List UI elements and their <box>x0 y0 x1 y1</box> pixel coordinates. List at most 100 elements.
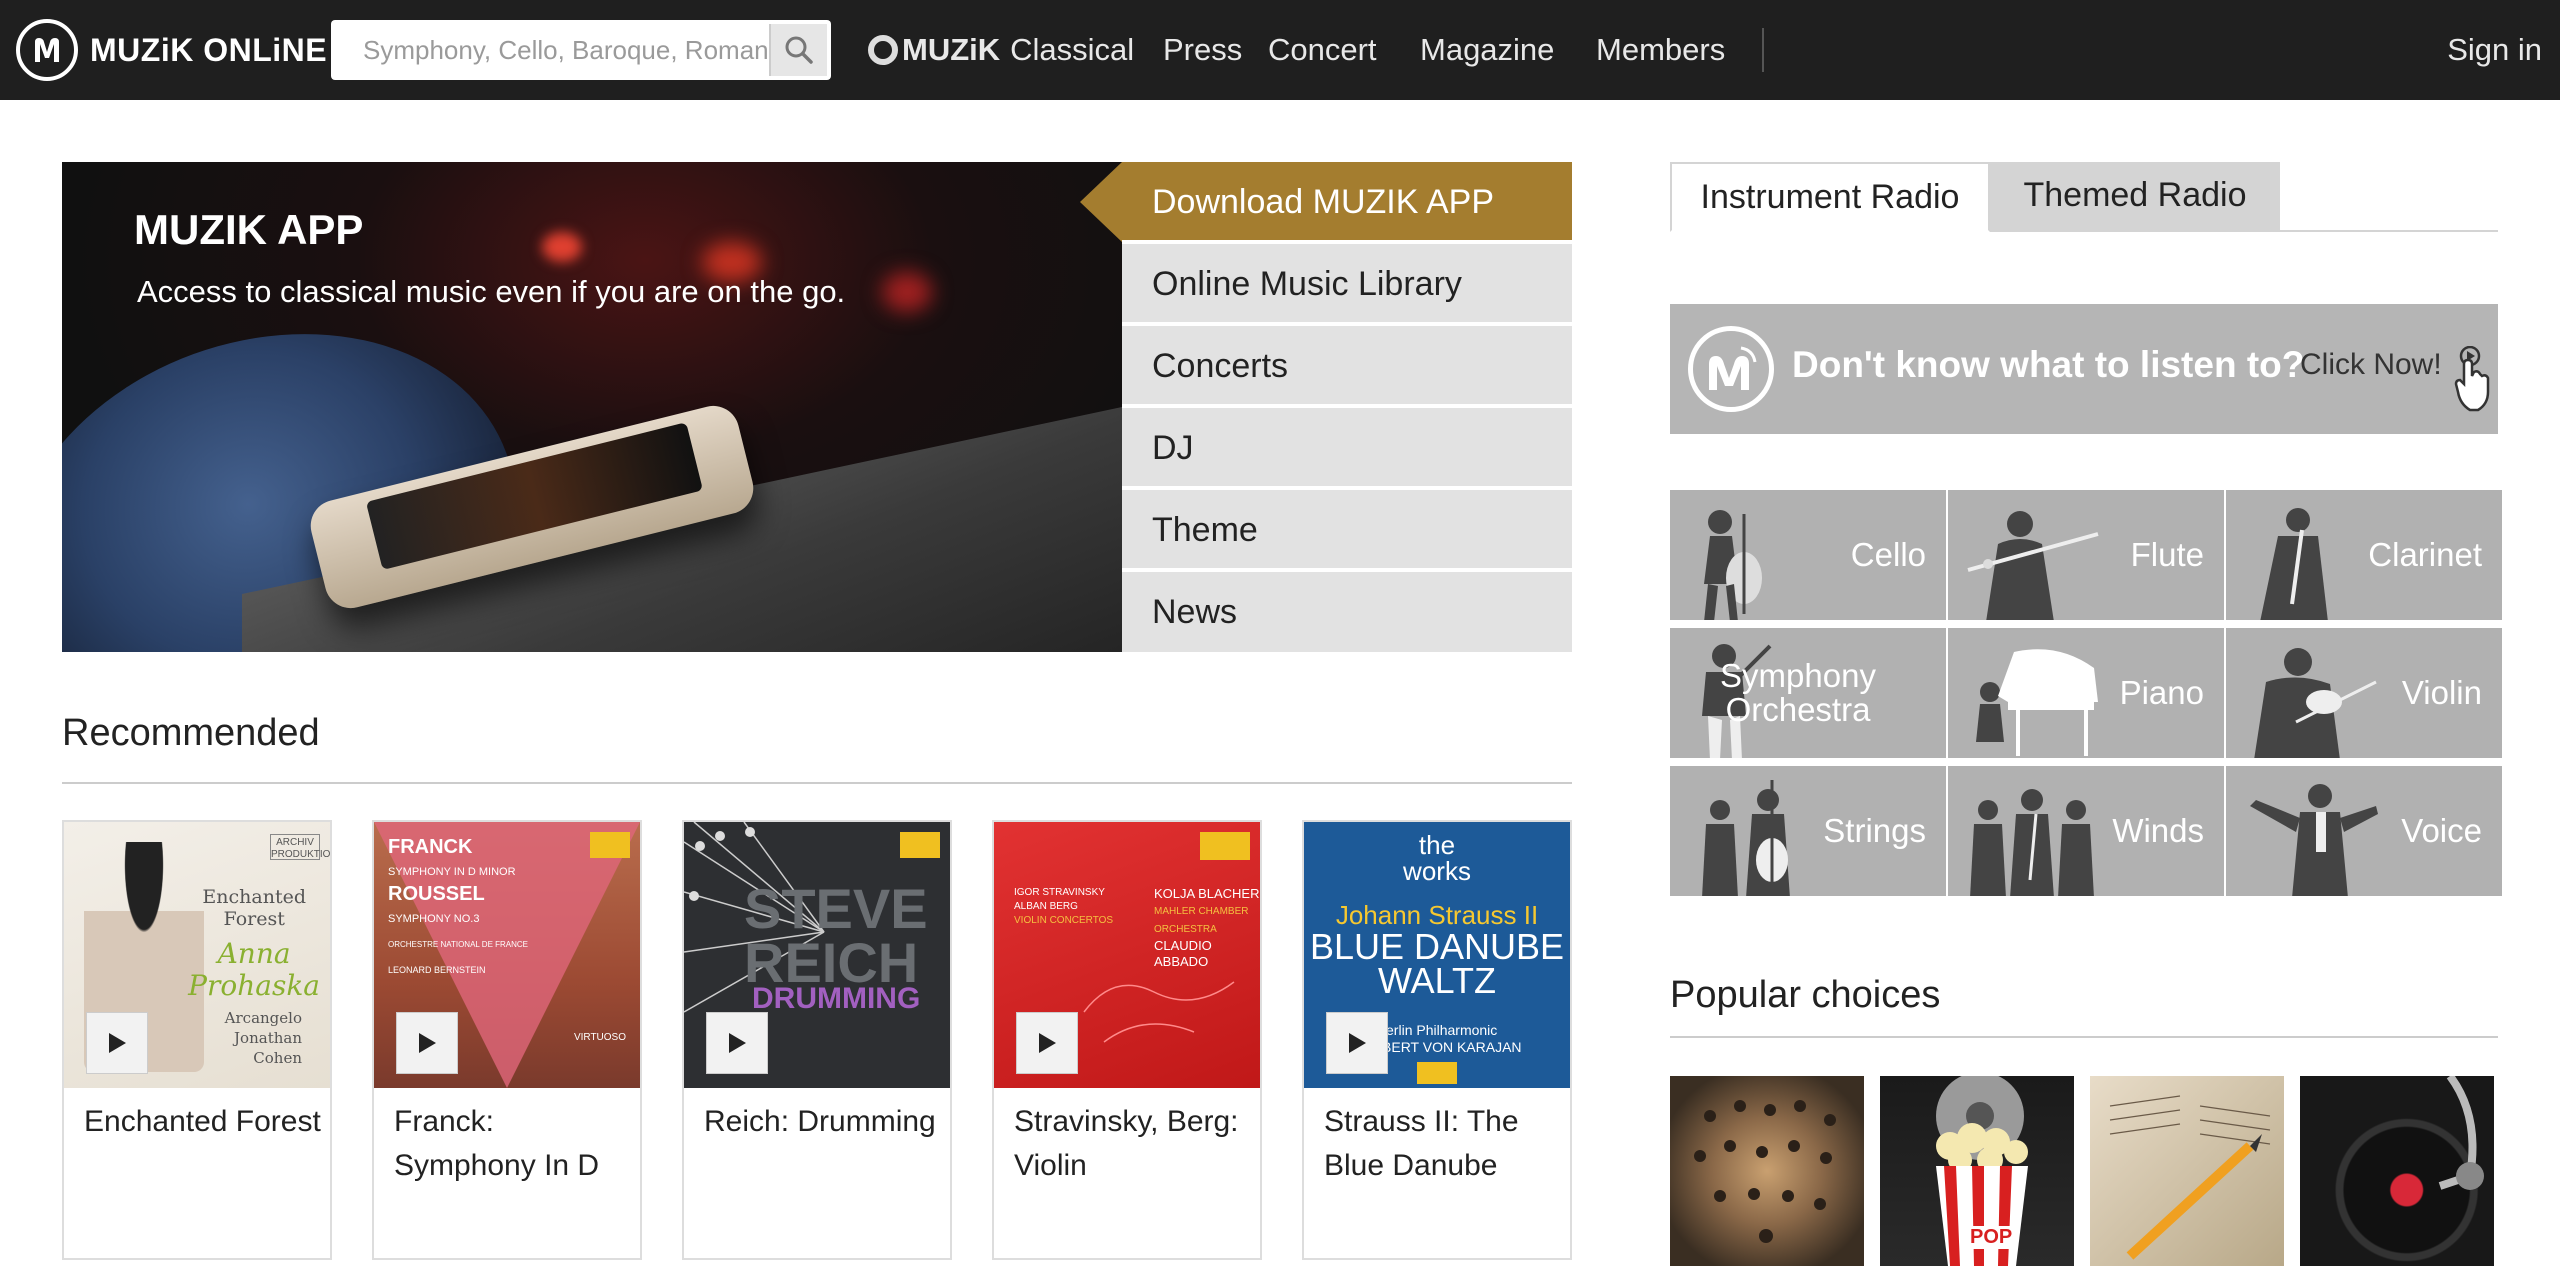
instrument-voice[interactable]: Voice <box>2226 766 2502 896</box>
album-cover[interactable]: the works Johann Strauss II BLUE DANUBE WA… <box>1304 822 1570 1088</box>
hero-banner[interactable]: MUZIK APP Access to classical music even… <box>62 162 1122 652</box>
album-card[interactable]: IGOR STRAVINSKY ALBAN BERG VIOLIN CONCERTO… <box>992 820 1262 1260</box>
instrument-violin[interactable]: Violin <box>2226 628 2502 758</box>
nav-press[interactable]: Press <box>1163 28 1242 72</box>
instrument-piano[interactable]: Piano <box>1948 628 2224 758</box>
album-card[interactable]: FRANCK SYMPHONY IN D MINOR ROUSSEL SYMPH… <box>372 820 642 1260</box>
album-cover[interactable]: STEVE REICH DRUMMING <box>684 822 950 1088</box>
album-card[interactable]: ARCHIV PRODUKTION EnchantedForest AnnaPr… <box>62 820 332 1260</box>
album-title[interactable]: Reich: Drumming <box>704 1100 944 1144</box>
piano-icon <box>1976 649 2098 756</box>
menu-label: DJ <box>1152 429 1194 467</box>
tab-themed-radio[interactable]: Themed Radio <box>1990 162 2280 232</box>
instrument-winds[interactable]: Winds <box>1948 766 2224 896</box>
popular-choices-heading: Popular choices <box>1670 974 1941 1016</box>
menu-online-music-library[interactable]: Online Music Library <box>1122 244 1572 324</box>
nav-brand-rest: Classical <box>1010 32 1135 67</box>
play-button[interactable] <box>396 1012 458 1074</box>
popular-vinyl-record-thumb[interactable] <box>2300 1076 2494 1266</box>
winds-icon <box>1970 789 2094 896</box>
instrument-symphony-orchestra[interactable]: Symphony Orchestra <box>1670 628 1946 758</box>
play-button[interactable] <box>706 1012 768 1074</box>
popular-book-thumb[interactable] <box>2090 1076 2284 1266</box>
sign-in-link[interactable]: Sign in <box>2447 28 2542 72</box>
play-button[interactable] <box>1016 1012 1078 1074</box>
instrument-label: Symphony Orchestra <box>1720 657 1876 728</box>
album-title[interactable]: Enchanted Forest <box>84 1100 324 1144</box>
cover-text: MAHLER CHAMBER ORCHESTRA <box>1154 906 1249 935</box>
cover-text: IGOR STRAVINSKY <box>1014 887 1105 898</box>
cover-text: ALBAN BERG <box>1014 901 1078 912</box>
album-card[interactable]: STEVE REICH DRUMMING Reich: Drumming <box>682 820 952 1260</box>
menu-label: Online Music Library <box>1152 265 1462 303</box>
tab-instrument-radio[interactable]: Instrument Radio <box>1670 162 1990 232</box>
search-icon <box>785 36 813 64</box>
popular-movie-popcorn-thumb[interactable]: POP <box>1880 1076 2074 1266</box>
popcorn-text: POP <box>1966 1226 2017 1249</box>
cover-text: Forest <box>223 908 285 930</box>
instrument-label: Clarinet <box>2368 536 2482 573</box>
menu-download-app[interactable]: Download MUZIK APP <box>1080 162 1572 242</box>
instrument-label: Violin <box>2401 674 2482 711</box>
hero-menu: Download MUZIK APP Online Music Library … <box>1080 162 1572 652</box>
menu-dj[interactable]: DJ <box>1122 408 1572 488</box>
search-input[interactable] <box>331 20 771 80</box>
flute-icon <box>1967 511 2099 620</box>
nav-concert[interactable]: Concert <box>1268 28 1377 72</box>
album-title[interactable]: Franck: Symphony In D <box>394 1100 634 1188</box>
popular-orchestra-thumb[interactable] <box>1670 1076 1864 1266</box>
cover-text: WALTZ <box>1378 960 1496 1001</box>
play-button[interactable] <box>86 1012 148 1074</box>
nav-muzik-classical[interactable]: MUZiK Classical <box>868 28 1134 72</box>
instrument-label: Winds <box>2112 812 2204 849</box>
play-icon <box>1039 1033 1056 1053</box>
menu-label: Concerts <box>1152 347 1289 385</box>
logo-icon <box>16 19 78 81</box>
cover-text: Enchanted <box>202 886 306 908</box>
album-cover[interactable]: IGOR STRAVINSKY ALBAN BERG VIOLIN CONCERTO… <box>994 822 1260 1088</box>
popular-divider <box>1670 1036 2498 1038</box>
album-cover[interactable]: ARCHIV PRODUKTION EnchantedForest AnnaPr… <box>64 822 330 1088</box>
cover-text: Prohaska <box>188 969 320 1002</box>
play-button[interactable] <box>1326 1012 1388 1074</box>
cover-text: FRANCK <box>388 836 473 858</box>
hero-subtitle: Access to classical music even if you ar… <box>137 274 846 309</box>
search-button[interactable] <box>769 24 827 76</box>
instrument-strings[interactable]: Strings <box>1670 766 1946 896</box>
top-navigation-bar: MUZiK ONLiNE MUZiK Classical Press Conce… <box>0 0 2560 100</box>
album-title[interactable]: Stravinsky, Berg: Violin <box>1014 1100 1254 1188</box>
instrument-flute[interactable]: Flute <box>1948 490 2224 620</box>
nav-magazine[interactable]: Magazine <box>1420 28 1554 72</box>
menu-theme[interactable]: Theme <box>1122 490 1572 570</box>
hero-title: MUZIK APP <box>134 206 364 253</box>
instrument-label: Flute <box>2130 536 2204 573</box>
instrument-label: Voice <box>2401 812 2482 849</box>
album-cover[interactable]: FRANCK SYMPHONY IN D MINOR ROUSSEL SYMPH… <box>374 822 640 1088</box>
nav-members[interactable]: Members <box>1596 28 1725 72</box>
site-logo[interactable]: MUZiK ONLiNE <box>16 18 327 82</box>
instrument-label: Cello <box>1850 536 1926 573</box>
instrument-cello[interactable]: Cello <box>1670 490 1946 620</box>
archiv-badge: ARCHIV PRODUKTION <box>270 834 330 860</box>
cover-text: LEONARD BERNSTEIN <box>388 965 486 975</box>
nav-divider <box>1762 28 1764 72</box>
cover-text: SYMPHONY IN D MINOR <box>388 866 516 878</box>
cover-text: Jonathan <box>234 1029 302 1047</box>
instrument-label: Piano <box>2119 674 2204 711</box>
radio-tabs: Instrument Radio Themed Radio <box>1670 162 2498 232</box>
cover-text: VIOLIN CONCERTOS <box>1014 915 1114 926</box>
album-title[interactable]: Strauss II: The Blue Danube <box>1324 1100 1564 1188</box>
pointer-hand-icon <box>2454 346 2490 412</box>
menu-concerts[interactable]: Concerts <box>1122 326 1572 406</box>
search-box <box>331 20 831 80</box>
promo-question: Don't know what to listen to? <box>1792 344 2305 385</box>
menu-news[interactable]: News <box>1122 572 1572 652</box>
recommended-divider <box>62 782 1572 784</box>
listen-suggestion-banner[interactable]: Don't know what to listen to? Click Now! <box>1670 304 2498 434</box>
instrument-clarinet[interactable]: Clarinet <box>2226 490 2502 620</box>
play-icon <box>419 1033 436 1053</box>
album-card[interactable]: the works Johann Strauss II BLUE DANUBE WA… <box>1302 820 1572 1260</box>
cover-text: ROUSSEL <box>388 883 485 905</box>
clarinet-icon <box>2260 508 2328 620</box>
cover-text: ORCHESTRE NATIONAL DE FRANCE <box>388 940 529 949</box>
